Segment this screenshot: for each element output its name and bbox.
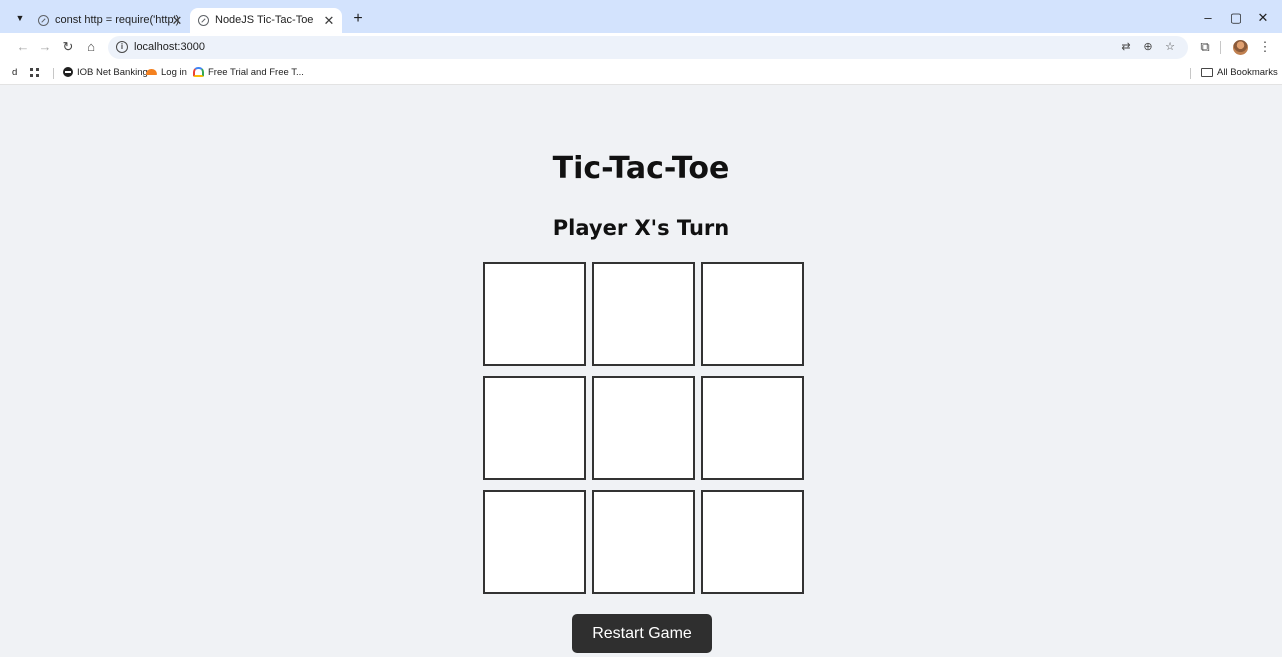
board-cell[interactable] (592, 490, 695, 594)
turn-status: Player X's Turn (552, 216, 730, 240)
zoom-icon[interactable]: ⊕ (1140, 39, 1156, 55)
globe-icon (38, 15, 49, 26)
close-window-button[interactable]: ✕ (1253, 8, 1273, 28)
bookmarks-separator (1190, 68, 1191, 79)
bookmark-label: Log in (161, 67, 187, 78)
browser-window: ▼ const http = require('http') ✕ NodeJS … (0, 0, 1282, 657)
apps-grid-icon (30, 67, 39, 77)
address-bar[interactable]: i localhost:3000 ⇄ ⊕ ☆ (108, 36, 1188, 59)
browser-toolbar: ← → ↻ ⌂ i localhost:3000 ⇄ ⊕ ☆ ⧉ ⋮ (0, 33, 1282, 62)
toolbar-divider (1220, 41, 1221, 54)
board-cell[interactable] (483, 490, 586, 594)
tab-strip: ▼ const http = require('http') ✕ NodeJS … (0, 0, 1282, 33)
folder-icon (1201, 67, 1213, 77)
cloudflare-icon (146, 69, 157, 76)
tab-close-icon[interactable]: ✕ (322, 8, 336, 33)
all-bookmarks[interactable]: All Bookmarks (1201, 62, 1278, 84)
back-icon[interactable]: ← (14, 38, 32, 56)
bookmarks-separator (53, 68, 54, 79)
board-cell[interactable] (701, 262, 804, 366)
bookmark-d[interactable]: d (12, 62, 17, 84)
board-cell[interactable] (701, 490, 804, 594)
url-text[interactable]: localhost:3000 (134, 36, 205, 59)
bookmark-iob-net-banking[interactable]: IOB Net Banking (63, 62, 148, 84)
board-cell[interactable] (592, 262, 695, 366)
tab-require-http[interactable]: const http = require('http') ✕ (30, 8, 190, 33)
tab-title: const http = require('http') (55, 14, 180, 26)
profile-avatar[interactable] (1233, 40, 1248, 55)
tab-title: NodeJS Tic-Tac-Toe (215, 14, 314, 26)
extensions-icon[interactable]: ⧉ (1196, 38, 1214, 56)
home-icon[interactable]: ⌂ (82, 38, 100, 56)
tab-search-chevron-icon[interactable]: ▼ (12, 11, 28, 25)
globe-icon (63, 67, 73, 78)
board-cell[interactable] (483, 376, 586, 480)
bookmark-label: Free Trial and Free T... (208, 67, 304, 78)
google-cloud-icon (193, 67, 204, 78)
board-cell[interactable] (483, 262, 586, 366)
board-cell[interactable] (701, 376, 804, 480)
game-board (483, 262, 806, 595)
bookmark-star-icon[interactable]: ☆ (1162, 39, 1178, 55)
tab-nodejs-tic-tac-toe[interactable]: NodeJS Tic-Tac-Toe ✕ (190, 8, 342, 33)
minimize-button[interactable]: – (1198, 8, 1218, 28)
apps-icon[interactable] (30, 62, 43, 84)
bookmark-log-in[interactable]: Log in (146, 62, 187, 84)
page-content: Tic-Tac-Toe Player X's Turn Restart Game (0, 85, 1282, 657)
all-bookmarks-label: All Bookmarks (1217, 67, 1278, 78)
reload-icon[interactable]: ↻ (59, 38, 77, 56)
board-cell[interactable] (592, 376, 695, 480)
forward-icon[interactable]: → (36, 38, 54, 56)
new-tab-button[interactable]: + (348, 9, 368, 29)
menu-kebab-icon[interactable]: ⋮ (1256, 38, 1274, 56)
page-title: Tic-Tac-Toe (552, 151, 730, 186)
bookmarks-bar: d IOB Net Banking Log in Free Trial and … (0, 62, 1282, 85)
translate-icon[interactable]: ⇄ (1118, 39, 1134, 55)
restart-game-button[interactable]: Restart Game (572, 614, 712, 653)
globe-icon (198, 15, 209, 26)
bookmark-free-trial[interactable]: Free Trial and Free T... (193, 62, 304, 84)
restore-button[interactable]: ▢ (1226, 8, 1246, 28)
site-info-icon[interactable]: i (116, 41, 128, 53)
tab-close-icon[interactable]: ✕ (170, 8, 184, 33)
bookmark-label: IOB Net Banking (77, 67, 148, 78)
